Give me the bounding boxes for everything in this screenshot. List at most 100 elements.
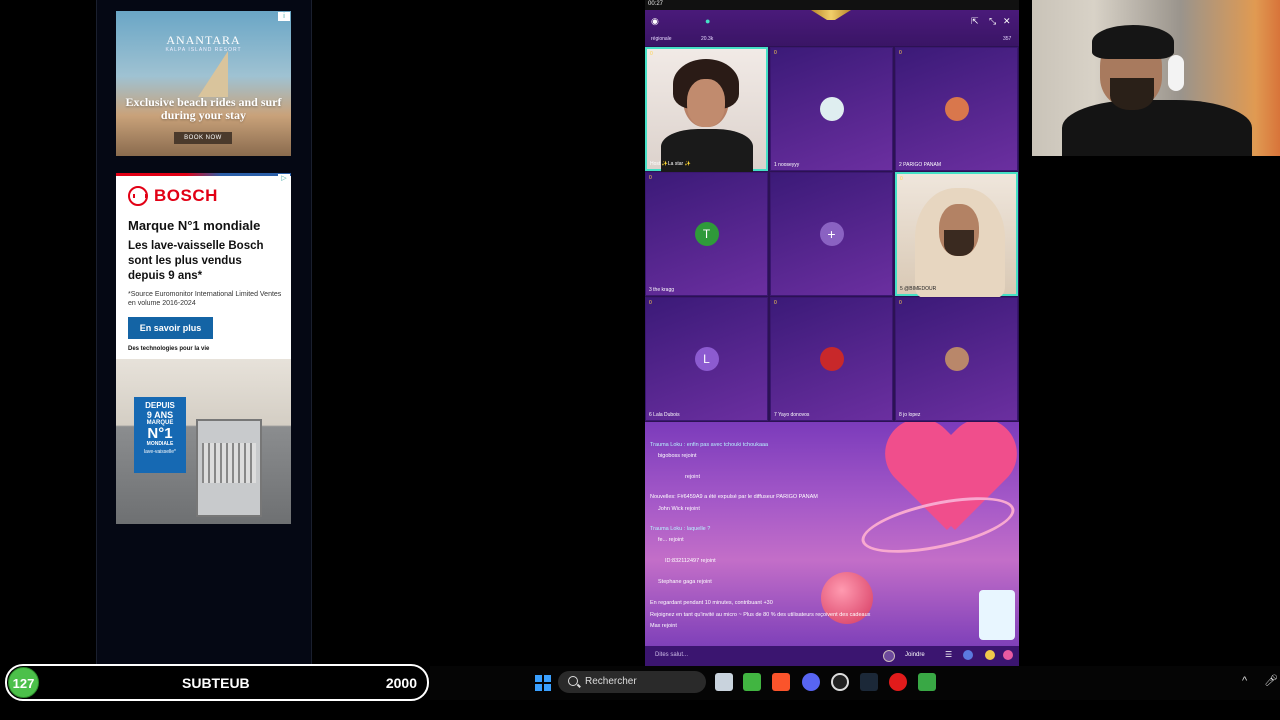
brave-browser-icon[interactable] [772, 673, 790, 691]
bosch-subheading: Les lave-vaisselle Bosch sont les plus v… [128, 240, 264, 282]
mic-seat-grid: 0 Host ✨La star ✨ 0 1 nooseyyy 0 2 PARIG… [645, 47, 1019, 422]
seat-5[interactable]: 0 5 @BIMEDOUR [895, 172, 1018, 298]
chat-message: bigoboss rejoint [658, 453, 697, 459]
chat-message: Trauma Loku : laquelle ? [650, 526, 711, 532]
avatar [944, 97, 969, 121]
viewer-count[interactable]: 357 [1003, 36, 1011, 42]
sub-goal-bar: 127 SUBTEUB 2000 [5, 664, 429, 701]
chat-message: ID:832112497 rejoint [665, 558, 716, 564]
seat-1[interactable]: 0 1 nooseyyy [770, 47, 893, 171]
seat-label: 8 jo lopez [899, 412, 921, 418]
follow-icon[interactable]: ● [705, 16, 710, 26]
seat-label: 3 the kragg [649, 287, 675, 293]
seat-4-empty[interactable]: + [770, 172, 893, 296]
chat-message: Max rejoint [650, 623, 677, 629]
chat-input[interactable]: Dites salut... [655, 652, 688, 658]
chat-message: Nouvelles: F#6459A9 a été expulsé par le… [650, 494, 818, 500]
discord-icon[interactable] [802, 673, 820, 691]
region-label[interactable]: régionale [651, 36, 672, 42]
adchoices-icon[interactable]: i [278, 12, 290, 21]
seat-3[interactable]: T 0 3 the kragg [645, 172, 768, 296]
anantara-ad[interactable]: i ANANTARA KALPA ISLAND RESORT Exclusive… [116, 11, 291, 156]
seat-7[interactable]: 0 7 Yayo donovos [770, 297, 893, 421]
seat-2[interactable]: 0 2 PARIGO PANAM [895, 47, 1018, 171]
close-icon[interactable]: ✕ [1003, 16, 1011, 27]
room-avatar-icon[interactable]: ◉ [651, 16, 659, 27]
learn-more-button[interactable]: En savoir plus [128, 317, 213, 339]
avatar: T [694, 222, 719, 246]
seat-label: Host ✨La star ✨ [650, 161, 691, 167]
avatar: L [694, 347, 719, 371]
minimize-icon[interactable]: ⤡ [989, 16, 996, 27]
badge-line: MONDIALE [146, 441, 174, 447]
bosch-badge: DEPUIS 9 ANS MARQUE N°1 MONDIALE lave-va… [134, 397, 186, 473]
headphones-icon [1168, 55, 1184, 91]
gift-icon[interactable] [1003, 650, 1013, 660]
bosch-tagline: Des technologies pour la vie [128, 346, 210, 352]
taskbar: Rechercher ^ 🎤︎ [430, 666, 1280, 700]
seat-score: 0 [774, 50, 777, 56]
game-icon[interactable] [963, 650, 973, 660]
microphone-icon[interactable]: 🎤︎ [1264, 674, 1278, 687]
task-view-icon[interactable] [715, 673, 733, 691]
menu-icon[interactable]: ☰ [945, 650, 955, 660]
emoji-icon[interactable] [883, 650, 895, 662]
seat-score: 0 [650, 51, 653, 57]
host-face [687, 79, 725, 127]
seat-score: 0 [900, 176, 903, 182]
taskbar-search[interactable]: Rechercher [558, 671, 706, 693]
seat-score: 0 [774, 300, 777, 306]
avatar [819, 97, 844, 121]
add-seat-icon[interactable]: + [819, 222, 844, 246]
clock: 00:27 [648, 1, 664, 7]
bosch-brand: BOSCH [154, 186, 218, 205]
seat-8[interactable]: 0 8 jo lopez [895, 297, 1018, 421]
dishwasher-rack [202, 443, 256, 483]
badge-line: lave-vaisselle* [144, 449, 176, 455]
badge-line: 9 ANS [146, 410, 174, 420]
chat-message: Rejoignez en tant qu'invité au micro ~ P… [650, 612, 871, 618]
windows-start-icon[interactable] [535, 675, 551, 691]
gift-promo-icon[interactable] [979, 590, 1015, 640]
chat-message: rejoint [685, 474, 700, 480]
live-room-window: ◉ ● ⇱ ⤡ ✕ régionale 20.3k 357 0 Host ✨La… [645, 10, 1019, 666]
chevron-up-icon[interactable]: ^ [1242, 675, 1247, 687]
spreadsheet-app-icon[interactable] [743, 673, 761, 691]
chat-message: John Wick rejoint [658, 506, 700, 512]
streamer-cap [1092, 25, 1174, 59]
anantara-headline: Exclusive beach rides and surf during yo… [125, 95, 282, 122]
sub-goal-name: SUBTEUB [182, 675, 250, 691]
seat-label: 5 @BIMEDOUR [900, 286, 937, 292]
avatar [819, 347, 844, 371]
share-icon[interactable]: ⇱ [971, 16, 979, 27]
game-launcher-icon[interactable] [918, 673, 936, 691]
sub-goal-target: 2000 [385, 675, 417, 691]
webcam-feed [1032, 0, 1280, 156]
chat-message: Trauma Loku : enfin pas avec tchouki tch… [650, 442, 769, 448]
obs-icon[interactable] [831, 673, 849, 691]
avatar [944, 347, 969, 371]
seat-6[interactable]: L 0 6 Lala Dubois [645, 297, 768, 421]
sub-count-badge: 127 [8, 667, 39, 698]
anantara-logo: ANANTARA [166, 33, 241, 47]
chat-input-bar: Dites salut... Joindre ☰ [645, 646, 1019, 666]
seat-score: 0 [649, 300, 652, 306]
steam-icon[interactable] [860, 673, 878, 691]
search-placeholder: Rechercher [585, 676, 637, 687]
seat-label: 1 nooseyyy [774, 162, 800, 168]
adchoices-icon[interactable]: ▷ [278, 174, 290, 183]
phone-status-bar: 00:27 [645, 0, 1019, 10]
seat-host[interactable]: 0 Host ✨La star ✨ [645, 47, 768, 173]
guest-beard [944, 230, 974, 256]
boat-sail-icon [198, 51, 228, 97]
chat-message: fe... rejoint [658, 537, 684, 543]
coin-icon[interactable] [985, 650, 995, 660]
join-mic-button[interactable]: Joindre [905, 652, 925, 658]
bosch-ad[interactable]: ▷ BOSCH Marque N°1 mondiale Les lave-vai… [116, 173, 291, 524]
bosch-color-bar [116, 173, 291, 176]
youtube-icon[interactable] [889, 673, 907, 691]
badge-line: DEPUIS [145, 401, 175, 410]
book-now-button[interactable]: BOOK NOW [174, 132, 232, 144]
streamer-body [1062, 100, 1252, 156]
bosch-logo-icon [128, 186, 148, 206]
